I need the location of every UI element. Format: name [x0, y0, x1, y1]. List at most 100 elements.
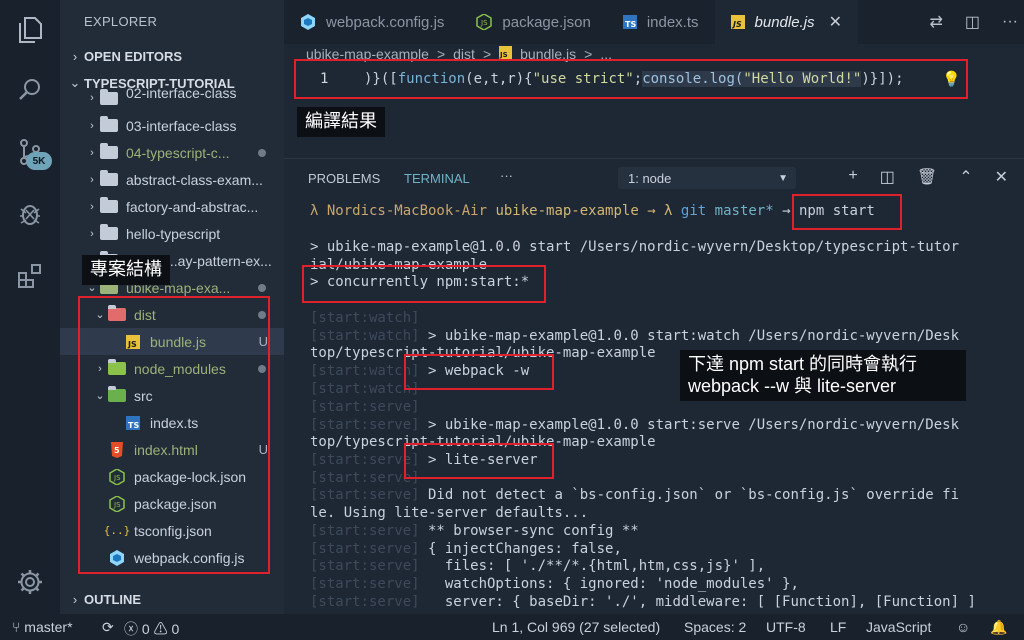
warning-icon: ⚠	[153, 621, 168, 637]
close-icon[interactable]: ✕	[829, 12, 842, 32]
files-icon[interactable]	[14, 14, 46, 46]
editor-tabs: webpack.config.js JS package.json TS ind…	[284, 0, 1024, 44]
eol-status[interactable]: LF	[830, 619, 846, 635]
line-prefix: [start:serve]	[310, 487, 420, 503]
add-terminal-icon[interactable]: +	[848, 167, 857, 187]
folder-icon	[100, 143, 118, 161]
lite-server-highlight	[404, 443, 554, 479]
terminal-line: [start:watch] > ubike-map-example@1.0.0 …	[310, 328, 959, 344]
concurrently-highlight	[302, 265, 546, 303]
webpack-highlight	[404, 354, 554, 390]
line-text: watchOptions: { ignored: 'node_modules' …	[419, 576, 799, 592]
line-prefix: [start:serve]	[310, 523, 420, 539]
prompt-git: git	[680, 203, 707, 219]
line-prefix: [start:watch]	[310, 328, 420, 344]
npm-start-highlight	[792, 194, 902, 230]
line-text: ** browser-sync config **	[419, 523, 639, 539]
git-branch-status[interactable]: ⑂ master*	[12, 619, 73, 635]
explorer-title: EXPLORER	[84, 14, 158, 29]
sync-icon[interactable]: ⟳	[102, 619, 114, 636]
svg-text:JS: JS	[480, 19, 488, 27]
problems-status[interactable]: ⓧ 0 ⚠ 0	[124, 619, 179, 639]
chevron-right-icon: ›	[90, 173, 94, 186]
more-panel-icon[interactable]: ···	[500, 168, 513, 183]
folder-icon	[100, 116, 118, 134]
activity-bar: 5K	[0, 0, 60, 614]
terminal-line: [start:serve] Did not detect a `bs-confi…	[310, 487, 959, 503]
npm-start-annotation: 下達 npm start 的同時會執行 webpack --w 與 lite-s…	[680, 350, 966, 402]
folder-icon	[100, 197, 118, 215]
webpack-icon	[300, 14, 316, 30]
open-editors-label: OPEN EDITORS	[84, 48, 183, 64]
tab-problems[interactable]: PROBLEMS	[308, 171, 380, 186]
line-text: Did not detect a `bs-config.json` or `bs…	[419, 487, 960, 503]
indentation-status[interactable]: Spaces: 2	[684, 619, 746, 635]
split-editor-icon[interactable]: ◫	[965, 12, 980, 32]
tree-folder-03-interface-class[interactable]: › 03-interface-class	[60, 112, 284, 139]
trash-icon[interactable]: 🗑	[917, 167, 937, 187]
tab-label: webpack.config.js	[326, 13, 445, 31]
tree-folder-abstract-class[interactable]: › abstract-class-exam...	[60, 166, 284, 193]
folder-icon	[100, 170, 118, 188]
line-prefix: [start:watch]	[310, 310, 420, 326]
close-panel-icon[interactable]: ✕	[995, 167, 1008, 187]
chevron-right-icon: ›	[90, 92, 94, 104]
chevron-right-icon: ›	[72, 591, 78, 607]
prompt-branch: master*	[714, 203, 774, 219]
tab-webpack-config[interactable]: webpack.config.js	[284, 0, 460, 44]
line-prefix: [start:serve]	[310, 576, 420, 592]
tree-item-label: 02-interface-class	[126, 88, 237, 101]
project-structure-highlight	[78, 296, 270, 574]
line-text: server: { baseDir: './', middleware: [ […	[419, 594, 976, 610]
js-icon: JS	[730, 15, 745, 29]
tab-index-ts[interactable]: TS index.ts	[607, 0, 715, 44]
debug-icon[interactable]	[14, 198, 46, 230]
notifications-bell-icon[interactable]: 🔔	[990, 619, 1007, 636]
language-mode[interactable]: JavaScript	[866, 619, 931, 635]
terminal-select[interactable]: 1: node ▼	[618, 167, 796, 189]
terminal-select-value: 1: node	[628, 170, 672, 186]
tree-folder-hello-typescript[interactable]: › hello-typescript	[60, 220, 284, 247]
tab-bundle-js[interactable]: JS bundle.js ✕	[714, 0, 858, 44]
encoding-status[interactable]: UTF-8	[766, 619, 806, 635]
explorer-sidebar: EXPLORER › OPEN EDITORS ⌄ TYPESCRIPT-TUT…	[60, 0, 284, 614]
feedback-smiley-icon[interactable]: ☺	[956, 619, 970, 635]
tree-folder-02-interface-class[interactable]: › 02-interface-class	[60, 88, 284, 108]
extensions-icon[interactable]	[14, 260, 46, 292]
tree-item-label: 04-typescript-c...	[126, 144, 230, 161]
modified-dot	[258, 283, 266, 292]
prompt-arrow2: →	[782, 203, 791, 219]
terminal-line: > ubike-map-example@1.0.0 start /Users/n…	[310, 239, 959, 255]
tree-item-label: factory-and-abstrac...	[126, 198, 259, 215]
tree-item-label: hello-typescript	[126, 225, 221, 242]
terminal-line: [start:serve]	[310, 399, 420, 415]
compare-changes-icon[interactable]: ⇄	[929, 12, 942, 32]
cursor-position[interactable]: Ln 1, Col 969 (27 selected)	[492, 619, 660, 635]
prompt-host: λ Nordics-MacBook-Air	[310, 203, 488, 219]
chevron-right-icon: ›	[90, 200, 94, 213]
outline-header[interactable]: › OUTLINE	[60, 586, 284, 612]
folder-icon	[100, 88, 118, 106]
more-actions-icon[interactable]: ···	[1002, 13, 1018, 31]
line-prefix: [start:serve]	[310, 541, 420, 557]
tree-item-label: 03-interface-class	[126, 117, 237, 134]
npm-icon: JS	[476, 14, 493, 30]
search-icon[interactable]	[14, 74, 46, 106]
settings-gear-icon[interactable]	[14, 566, 46, 598]
maximize-panel-icon[interactable]: ⌃	[959, 167, 972, 187]
tab-label: index.ts	[646, 13, 699, 31]
folder-icon	[100, 224, 118, 242]
tree-folder-04-typescript[interactable]: › 04-typescript-c...	[60, 139, 284, 166]
svg-text:JS: JS	[499, 51, 508, 59]
tree-folder-factory[interactable]: › factory-and-abstrac...	[60, 193, 284, 220]
terminal-line: [start:serve] files: [ './**/*.{html,htm…	[310, 558, 765, 574]
split-terminal-icon[interactable]: ◫	[880, 167, 895, 187]
tab-package-json[interactable]: JS package.json	[460, 0, 606, 44]
ts-icon: TS	[622, 15, 637, 29]
line-text: > ubike-map-example@1.0.0 start:watch /U…	[419, 328, 960, 344]
line-prefix: [start:serve]	[310, 417, 420, 433]
open-editors-header[interactable]: › OPEN EDITORS	[60, 43, 284, 69]
tab-terminal[interactable]: TERMINAL	[404, 171, 470, 186]
line-prefix: [start:serve]	[310, 558, 420, 574]
branch-icon: ⑂	[12, 619, 21, 635]
